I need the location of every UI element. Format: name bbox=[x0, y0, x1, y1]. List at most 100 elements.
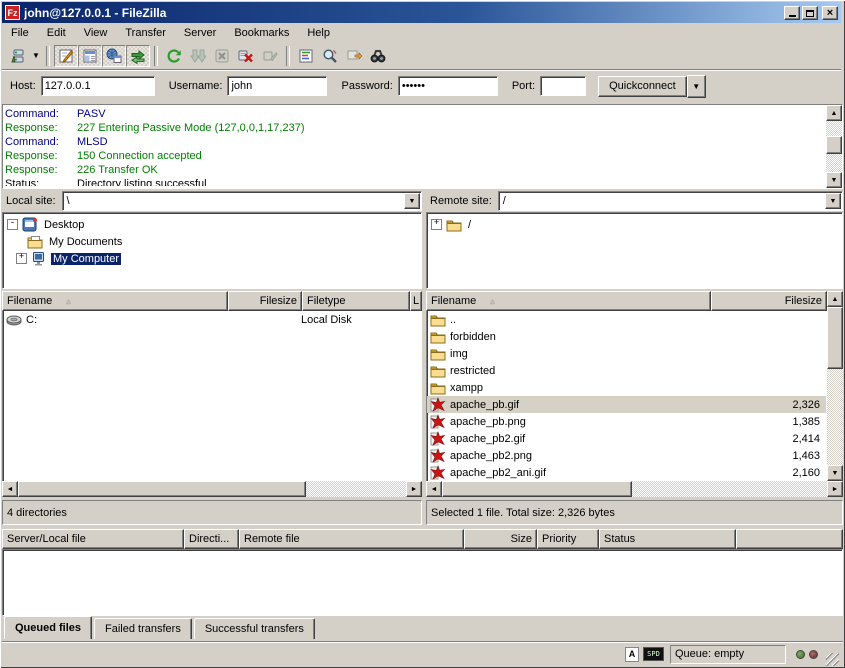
column-header-status[interactable]: Status bbox=[599, 529, 736, 549]
toolbar: ▼ bbox=[2, 42, 841, 69]
toolbar-separator bbox=[286, 46, 290, 66]
toggle-remote-tree-button[interactable] bbox=[102, 45, 126, 67]
menu-file[interactable]: File bbox=[2, 25, 38, 41]
file-row-selected[interactable]: apache_pb.gif2,326 bbox=[427, 396, 826, 413]
resize-grip[interactable] bbox=[826, 653, 839, 666]
file-row[interactable]: apache_pb2.png1,463 bbox=[427, 447, 826, 464]
menu-server[interactable]: Server bbox=[175, 25, 225, 41]
toggle-log-button[interactable] bbox=[54, 45, 78, 67]
scroll-thumb[interactable] bbox=[826, 136, 842, 154]
file-row-c-drive[interactable]: C: Local Disk bbox=[3, 311, 421, 328]
toggle-queue-button[interactable] bbox=[126, 45, 150, 67]
column-header-direction[interactable]: Directi... bbox=[184, 529, 239, 549]
remote-vertical-scrollbar[interactable]: ▲ ▼ bbox=[827, 291, 843, 481]
local-site-combo[interactable]: \ ▼ bbox=[62, 191, 422, 211]
scroll-down-icon[interactable]: ▼ bbox=[826, 172, 842, 188]
username-input[interactable] bbox=[227, 76, 327, 96]
column-header-filename[interactable]: Filename▵ bbox=[426, 291, 711, 311]
scroll-down-icon[interactable]: ▼ bbox=[827, 465, 843, 481]
disconnect-button[interactable] bbox=[234, 45, 258, 67]
remote-site-combo[interactable]: / ▼ bbox=[498, 191, 843, 211]
speed-limits-icon[interactable]: SPD bbox=[643, 647, 664, 661]
toggle-local-tree-button[interactable] bbox=[78, 45, 102, 67]
reconnect-button[interactable] bbox=[258, 45, 282, 67]
image-file-icon bbox=[430, 397, 446, 413]
tree-item-my-documents[interactable]: My Documents bbox=[7, 233, 421, 250]
tree-item-label[interactable]: Desktop bbox=[42, 219, 86, 231]
menu-view[interactable]: View bbox=[75, 25, 117, 41]
quickconnect-button[interactable]: Quickconnect bbox=[598, 76, 687, 97]
column-header-filename[interactable]: Filename▵ bbox=[2, 291, 228, 311]
transfer-queue-list[interactable] bbox=[2, 549, 843, 616]
tab-failed-transfers[interactable]: Failed transfers bbox=[94, 618, 192, 639]
menu-help[interactable]: Help bbox=[298, 25, 339, 41]
directory-comparison-button[interactable] bbox=[318, 45, 342, 67]
file-row[interactable]: .. bbox=[427, 311, 826, 328]
scroll-right-icon[interactable]: ► bbox=[406, 481, 422, 497]
site-manager-dropdown[interactable]: ▼ bbox=[30, 45, 42, 67]
column-header-lastmodified[interactable]: L bbox=[410, 291, 422, 311]
file-row[interactable]: img bbox=[427, 345, 826, 362]
scroll-thumb[interactable] bbox=[18, 481, 306, 497]
port-input[interactable] bbox=[540, 76, 586, 96]
filter-button[interactable] bbox=[294, 45, 318, 67]
log-vertical-scrollbar[interactable]: ▲ ▼ bbox=[826, 105, 842, 188]
quickconnect-dropdown[interactable]: ▼ bbox=[687, 75, 706, 98]
minimize-button[interactable] bbox=[784, 6, 800, 20]
tab-queued-files[interactable]: Queued files bbox=[4, 616, 92, 639]
file-row[interactable]: forbidden bbox=[427, 328, 826, 345]
tree-item-root[interactable]: + / bbox=[431, 216, 842, 233]
combo-dropdown-icon[interactable]: ▼ bbox=[404, 193, 420, 209]
file-row[interactable]: apache_pb2_ani.gif2,160 bbox=[427, 464, 826, 481]
column-header-priority[interactable]: Priority bbox=[537, 529, 599, 549]
data-type-icon[interactable]: A bbox=[625, 647, 639, 662]
column-header-filesize[interactable]: Filesize bbox=[711, 291, 827, 311]
menu-edit[interactable]: Edit bbox=[38, 25, 75, 41]
collapse-icon[interactable]: - bbox=[7, 219, 18, 230]
file-name: img bbox=[450, 348, 712, 360]
tab-successful-transfers[interactable]: Successful transfers bbox=[194, 618, 315, 639]
scroll-up-icon[interactable]: ▲ bbox=[827, 291, 843, 307]
password-input[interactable] bbox=[398, 76, 498, 96]
cancel-operation-button[interactable] bbox=[210, 45, 234, 67]
refresh-button[interactable] bbox=[162, 45, 186, 67]
scroll-thumb[interactable] bbox=[827, 307, 843, 369]
tree-item-desktop[interactable]: - Desktop bbox=[7, 216, 421, 233]
folder-icon bbox=[430, 312, 446, 328]
expand-icon[interactable]: + bbox=[16, 253, 27, 264]
scroll-thumb[interactable] bbox=[442, 481, 632, 497]
scroll-left-icon[interactable]: ◄ bbox=[426, 481, 442, 497]
file-row[interactable]: xampp bbox=[427, 379, 826, 396]
log-text: 226 Transfer OK bbox=[77, 163, 158, 177]
maximize-button[interactable] bbox=[802, 6, 818, 20]
process-queue-button[interactable] bbox=[186, 45, 210, 67]
tree-item-my-computer[interactable]: + My Computer bbox=[7, 250, 421, 267]
transfer-queue-header: Server/Local file Directi... Remote file… bbox=[2, 529, 843, 549]
column-header-remote-file[interactable]: Remote file bbox=[239, 529, 464, 549]
host-input[interactable] bbox=[41, 76, 155, 96]
site-manager-button[interactable] bbox=[6, 45, 30, 67]
remote-horizontal-scrollbar[interactable]: ◄ ► bbox=[426, 481, 843, 497]
file-row[interactable]: apache_pb2.gif2,414 bbox=[427, 430, 826, 447]
tree-item-label[interactable]: My Computer bbox=[51, 253, 121, 265]
scroll-left-icon[interactable]: ◄ bbox=[2, 481, 18, 497]
synchronized-browsing-button[interactable] bbox=[342, 45, 366, 67]
file-row[interactable]: restricted bbox=[427, 362, 826, 379]
find-files-button[interactable] bbox=[366, 45, 390, 67]
image-file-icon bbox=[430, 465, 446, 481]
column-header-filesize[interactable]: Filesize bbox=[228, 291, 302, 311]
menu-transfer[interactable]: Transfer bbox=[116, 25, 175, 41]
column-header-filetype[interactable]: Filetype bbox=[302, 291, 410, 311]
column-header-size[interactable]: Size bbox=[464, 529, 537, 549]
local-horizontal-scrollbar[interactable]: ◄ ► bbox=[2, 481, 422, 497]
tree-item-label[interactable]: / bbox=[466, 219, 473, 231]
file-row[interactable]: apache_pb.png1,385 bbox=[427, 413, 826, 430]
scroll-right-icon[interactable]: ► bbox=[827, 481, 843, 497]
tree-item-label[interactable]: My Documents bbox=[47, 236, 124, 248]
expand-icon[interactable]: + bbox=[431, 219, 442, 230]
close-button[interactable]: × bbox=[822, 6, 838, 20]
combo-dropdown-icon[interactable]: ▼ bbox=[825, 193, 841, 209]
scroll-up-icon[interactable]: ▲ bbox=[826, 105, 842, 121]
menu-bookmarks[interactable]: Bookmarks bbox=[225, 25, 298, 41]
column-header-server-local-file[interactable]: Server/Local file bbox=[2, 529, 184, 549]
